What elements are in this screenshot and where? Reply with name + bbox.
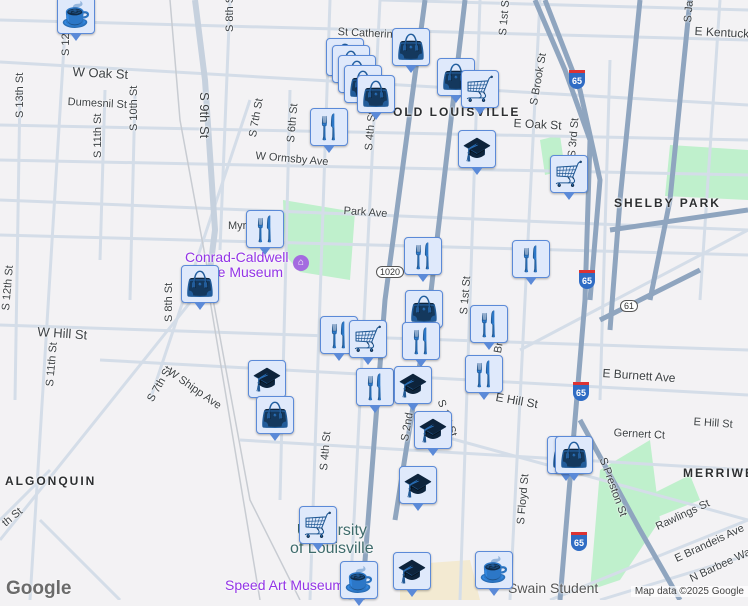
school-icon: 🎓: [397, 557, 427, 585]
grocery-icon: 🛒: [353, 325, 383, 353]
school-marker[interactable]: 🎓: [394, 366, 432, 411]
restaurant-icon: 🍴: [360, 373, 390, 401]
school-icon: 🎓: [418, 416, 448, 444]
restaurant-marker[interactable]: 🍴: [470, 305, 508, 350]
grocery-icon: 🛒: [554, 160, 584, 188]
restaurant-icon: 🍴: [469, 360, 499, 388]
shopping-marker[interactable]: 👜: [555, 436, 593, 481]
street-label: S 8th St: [224, 0, 236, 32]
neighborhood-label: MERRIWE: [683, 466, 748, 480]
place-label-swain[interactable]: Swain Student: [508, 580, 598, 596]
restaurant-marker[interactable]: 🍴: [402, 322, 440, 367]
neighborhood-label: ALGONQUIN: [5, 474, 97, 488]
shopping-icon: 👜: [409, 295, 439, 323]
street-label: S 8th St: [163, 282, 175, 322]
grocery-icon: 🛒: [465, 75, 495, 103]
grocery-icon: 🛒: [303, 511, 333, 539]
cafe-marker[interactable]: ☕: [57, 0, 95, 41]
school-marker[interactable]: 🎓: [399, 466, 437, 511]
shopping-marker[interactable]: 👜: [392, 28, 430, 73]
grocery-marker[interactable]: 🛒: [349, 320, 387, 365]
restaurant-marker[interactable]: 🍴: [356, 368, 394, 413]
restaurant-marker[interactable]: 🍴: [512, 240, 550, 285]
shopping-marker[interactable]: 👜: [256, 396, 294, 441]
school-marker[interactable]: 🎓: [458, 130, 496, 175]
cafe-marker[interactable]: ☕: [475, 551, 513, 596]
i65-shield: 65: [579, 270, 595, 289]
school-icon: 🎓: [462, 135, 492, 163]
school-marker[interactable]: 🎓: [393, 552, 431, 597]
shopping-icon: 👜: [396, 33, 426, 61]
grocery-marker[interactable]: 🛒: [299, 506, 337, 551]
place-name-line1: Conrad-Caldwell: [185, 249, 289, 265]
street-label: S 9th St: [197, 92, 212, 139]
shopping-marker[interactable]: 👜: [181, 265, 219, 310]
restaurant-marker[interactable]: 🍴: [465, 355, 503, 400]
map-attribution: Map data ©2025 Google: [630, 586, 748, 597]
shopping-icon: 👜: [559, 441, 589, 469]
shopping-icon: 👜: [361, 80, 391, 108]
street-label: S 11th St: [92, 113, 104, 158]
shopping-icon: 👜: [260, 401, 290, 429]
restaurant-icon: 🍴: [474, 310, 504, 338]
street-label: W Oak St: [72, 64, 129, 82]
school-icon: 🎓: [403, 471, 433, 499]
shopping-icon: 👜: [185, 270, 215, 298]
street-label: S Ja: [682, 0, 696, 24]
i65-shield: 65: [571, 532, 587, 551]
shopping-marker[interactable]: 👜: [357, 75, 395, 120]
cafe-icon: ☕: [61, 1, 91, 29]
restaurant-icon: 🍴: [250, 215, 280, 243]
street-label: S 10th St: [128, 85, 140, 131]
grocery-marker[interactable]: 🛒: [461, 70, 499, 115]
place-label-speed-art-museum[interactable]: Speed Art Museum: [225, 577, 344, 593]
i65-shield: 65: [573, 382, 589, 401]
restaurant-icon: 🍴: [406, 327, 436, 355]
restaurant-marker[interactable]: 🍴: [310, 108, 348, 153]
restaurant-marker[interactable]: 🍴: [246, 210, 284, 255]
restaurant-marker[interactable]: 🍴: [404, 237, 442, 282]
museum-icon[interactable]: ⌂: [293, 255, 309, 271]
i65-shield: 65: [569, 70, 585, 89]
cafe-icon: ☕: [479, 556, 509, 584]
neighborhood-label: OLD LOUISVILLE: [393, 105, 521, 119]
street-label: Myr: [228, 220, 247, 232]
grocery-marker[interactable]: 🛒: [550, 155, 588, 200]
school-icon: 🎓: [398, 371, 428, 399]
ky61-shield: 61: [620, 300, 639, 312]
school-marker[interactable]: 🎓: [414, 411, 452, 456]
ky1020-shield: 1020: [376, 266, 405, 278]
google-logo: Google: [6, 578, 72, 599]
school-icon: 🎓: [252, 365, 282, 393]
restaurant-icon: 🍴: [516, 245, 546, 273]
neighborhood-label: SHELBY PARK: [614, 196, 721, 210]
street-label: E Oak St: [513, 116, 562, 133]
restaurant-icon: 🍴: [314, 113, 344, 141]
cafe-marker[interactable]: ☕: [340, 561, 378, 606]
street-label: E Kentuck: [694, 24, 748, 41]
restaurant-icon: 🍴: [408, 242, 438, 270]
street-label: S 13th St: [14, 72, 26, 118]
school-marker[interactable]: 🎓: [248, 360, 286, 405]
cafe-icon: ☕: [344, 566, 374, 594]
